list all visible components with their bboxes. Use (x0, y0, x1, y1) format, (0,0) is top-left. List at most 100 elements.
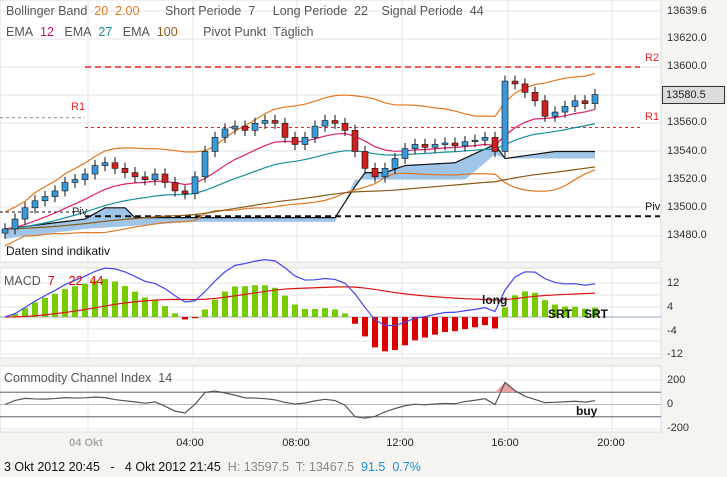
macd-legend: MACD 7 22 44 (4, 274, 103, 288)
macd-histogram-bar (442, 317, 448, 333)
ema1-label: EMA (6, 25, 34, 39)
macd-label: MACD (4, 274, 41, 288)
candle-body (141, 176, 149, 180)
candle-body (511, 80, 519, 85)
candle-body (121, 168, 129, 173)
x-tick: 20:00 (597, 437, 625, 449)
high-value: H: 13597.5 (227, 460, 289, 474)
range-to: 4 Okt 2012 21:45 (124, 460, 221, 474)
r1-left-label: R1 (71, 101, 86, 113)
y-tick: 13540.0 (667, 145, 707, 157)
macd-histogram-bar (72, 286, 78, 317)
cci-y-tick: 200 (667, 374, 686, 386)
candle-body (541, 100, 549, 117)
candle-body (61, 182, 69, 192)
macd-annotation-srt: SRT (548, 307, 572, 321)
macd-histogram-bar (382, 317, 388, 352)
candle-body (51, 190, 59, 197)
candle-body (491, 137, 499, 152)
x-tick: 12:00 (386, 437, 414, 449)
x-tick: 08:00 (282, 437, 310, 449)
macd-annotation-long: long (482, 293, 508, 307)
range-sep: - (110, 460, 115, 474)
legend-row-2: EMA 12 EMA 27 EMA 100 Pivot Punkt Täglic… (6, 25, 313, 39)
candle-body (301, 137, 309, 145)
candle-body (191, 176, 199, 195)
y-tick: 13639.6 (667, 5, 707, 17)
macd-histogram-bar (322, 308, 328, 317)
macd-y-tick: -12 (667, 348, 683, 360)
candle-body (431, 144, 439, 148)
chart-canvas[interactable] (0, 0, 727, 477)
cci-y-tick: 0 (667, 398, 674, 410)
candle-body (461, 141, 469, 147)
y-tick: 13600.0 (667, 60, 707, 72)
macd-histogram-bar (192, 317, 198, 319)
piv-label: Piv (645, 201, 661, 213)
cci-period: 14 (158, 371, 173, 385)
range-from: 3 Okt 2012 20:45 (4, 460, 100, 474)
macd-histogram-bar (522, 291, 528, 317)
low-value: T: 13467.5 (295, 460, 355, 474)
candle-body (271, 120, 279, 124)
candle-body (261, 120, 269, 124)
macd-histogram-bar (572, 306, 578, 317)
x-tick: 04:00 (176, 437, 204, 449)
macd-histogram-bar (312, 309, 318, 317)
piv-left-label: Piv (72, 206, 88, 218)
pivot-val: Täglich (273, 25, 314, 39)
candle-body (81, 173, 89, 180)
macd-histogram-bar (422, 317, 428, 338)
ema2-val: 27 (98, 25, 113, 39)
r1-label: R1 (645, 111, 660, 123)
r2-label: R2 (645, 52, 660, 64)
candle-body (31, 200, 39, 209)
ema3-label: EMA (122, 25, 150, 39)
candle-body (391, 158, 399, 169)
current-price-badge: 13580.5 (662, 86, 725, 104)
macd-histogram-bar (282, 295, 288, 317)
candle-body (421, 144, 429, 148)
macd-histogram-bar (292, 304, 298, 317)
cci-y-tick: -200 (667, 422, 690, 434)
ema2-label: EMA (64, 25, 92, 39)
candle-body (441, 142, 449, 145)
macd-histogram-bar (462, 317, 468, 330)
candle-body (361, 151, 369, 169)
candle-body (1, 228, 9, 234)
y-tick: 13500.0 (667, 201, 707, 213)
candle-body (531, 92, 539, 102)
y-tick: 13480.0 (667, 229, 707, 241)
x-tick: 04 Okt (69, 437, 103, 449)
bb-period: 20 (94, 4, 109, 18)
change-pct: 0.7% (392, 460, 421, 474)
candle-body (321, 120, 329, 127)
macd-histogram-bar (152, 300, 158, 317)
macd-histogram-bar (302, 308, 308, 317)
candle-body (211, 137, 219, 152)
candle-body (561, 106, 569, 113)
short-val: 7 (248, 4, 256, 18)
candle-body (41, 196, 49, 202)
macd-histogram-bar (162, 306, 168, 317)
macd-y-tick: -4 (667, 325, 677, 337)
change-value: 91.5 (361, 460, 386, 474)
signal-label: Signal Periode (381, 4, 463, 18)
macd-p2: 22 (68, 274, 83, 288)
candle-body (371, 168, 379, 178)
ema1-val: 12 (40, 25, 54, 39)
macd-histogram-bar (132, 291, 138, 317)
macd-histogram-bar (482, 317, 488, 326)
candle-body (291, 137, 299, 145)
macd-histogram-bar (212, 299, 218, 317)
candle-body (311, 125, 319, 138)
candle-body (151, 173, 159, 180)
candle-body (411, 144, 419, 149)
candle-body (251, 123, 259, 131)
macd-histogram-bar (32, 302, 38, 317)
candle-body (591, 94, 599, 104)
candle-body (581, 100, 589, 104)
candle-body (231, 125, 239, 130)
macd-histogram-bar (262, 285, 268, 317)
macd-histogram-bar (332, 309, 338, 317)
